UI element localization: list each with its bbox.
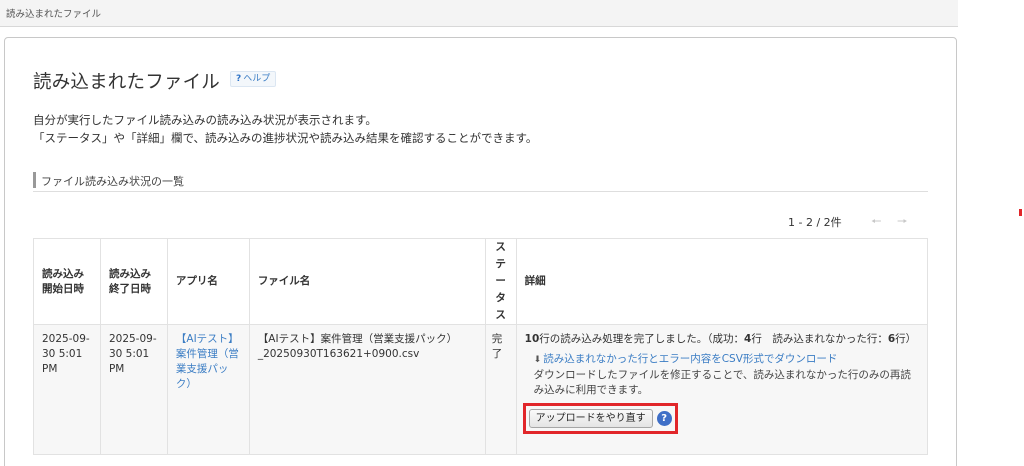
help-icon: ? [236, 74, 242, 84]
question-icon[interactable]: ? [656, 411, 672, 426]
main-panel: 読み込まれたファイル ? ヘルプ 自分が実行したファイル読み込みの読み込み状況が表… [4, 37, 957, 466]
header-start-time[interactable]: 読み込み 開始日時 [33, 238, 101, 325]
status-complete: 完了 [484, 324, 517, 455]
cell-start-time: 2025-09-30 5:01 PM [33, 324, 101, 455]
help-label: ヘルプ [243, 74, 271, 84]
next-page-arrow-icon[interactable]: 🠖 [897, 212, 908, 233]
download-csv-link[interactable]: 読み込まれなかった行とエラー内容をCSV形式でダウンロード [543, 353, 837, 365]
download-line: ⬇ 読み込まれなかった行とエラー内容をCSV形式でダウンロード [525, 352, 919, 368]
help-link[interactable]: ? ヘルプ [230, 71, 277, 87]
cell-end-time: 2025-09-30 5:01 PM [99, 324, 168, 455]
table-row: 2025-09-30 5:01 PM 2025-09-30 5:01 PM 【A… [33, 324, 929, 455]
detail-summary: 10行の読み込み処理を完了しました。（成功：4行 読み込まれなかった行：6行） [524, 333, 917, 345]
header-detail: 詳細 [515, 238, 929, 325]
reupload-button[interactable]: アップロードをやり直す [528, 409, 653, 428]
table-header-row: 読み込み 開始日時 読み込み 終了日時 アプリ名 ファイル名 ス テ ー タ ス 詳… [33, 238, 929, 325]
download-note: ダウンロードしたファイルを修正することで、読み込まれなかった行のみの再読み込みに… [533, 369, 911, 396]
header-end-time[interactable]: 読み込み 終了日時 [99, 238, 168, 325]
prev-page-arrow-icon[interactable]: 🠔 [871, 212, 882, 233]
download-icon: ⬇ [533, 355, 542, 365]
red-marker [1019, 209, 1022, 216]
pager-count: 1 - 2 / 2件 [788, 216, 842, 229]
cell-file-name: 【AIテスト】案件管理（営業支援パック）_20250930T163621+090… [248, 324, 486, 455]
description-line-2: 「ステータス」や「詳細」欄で、読み込みの進捗状況や読み込み結果を確認することがで… [33, 131, 538, 145]
reupload-highlight: アップロードをやり直す? [522, 403, 678, 434]
app-name-link[interactable]: 【AIテスト】案件管理（営業支援パック） [176, 333, 239, 390]
breadcrumb: 読み込まれたファイル [0, 0, 958, 27]
section-header-bar [33, 172, 36, 188]
header-app-name[interactable]: アプリ名 [166, 238, 250, 325]
cell-app-name: 【AIテスト】案件管理（営業支援パック） [166, 324, 250, 455]
section-header: ファイル読み込み状況の一覧 [33, 172, 928, 192]
page-title: 読み込まれたファイル [33, 72, 221, 93]
breadcrumb-current: 読み込まれたファイル [6, 9, 102, 20]
section-title: ファイル読み込み状況の一覧 [41, 175, 184, 188]
description-line-1: 自分が実行したファイル読み込みの読み込み状況が表示されます。 [33, 113, 377, 127]
cell-detail: 10行の読み込み処理を完了しました。（成功：4行 読み込まれなかった行：6行） … [515, 324, 929, 455]
header-file-name[interactable]: ファイル名 [248, 238, 486, 325]
import-status-table: 読み込み 開始日時 読み込み 終了日時 アプリ名 ファイル名 ス テ ー タ ス 詳… [33, 238, 929, 455]
header-status[interactable]: ス テ ー タ ス [484, 238, 517, 325]
